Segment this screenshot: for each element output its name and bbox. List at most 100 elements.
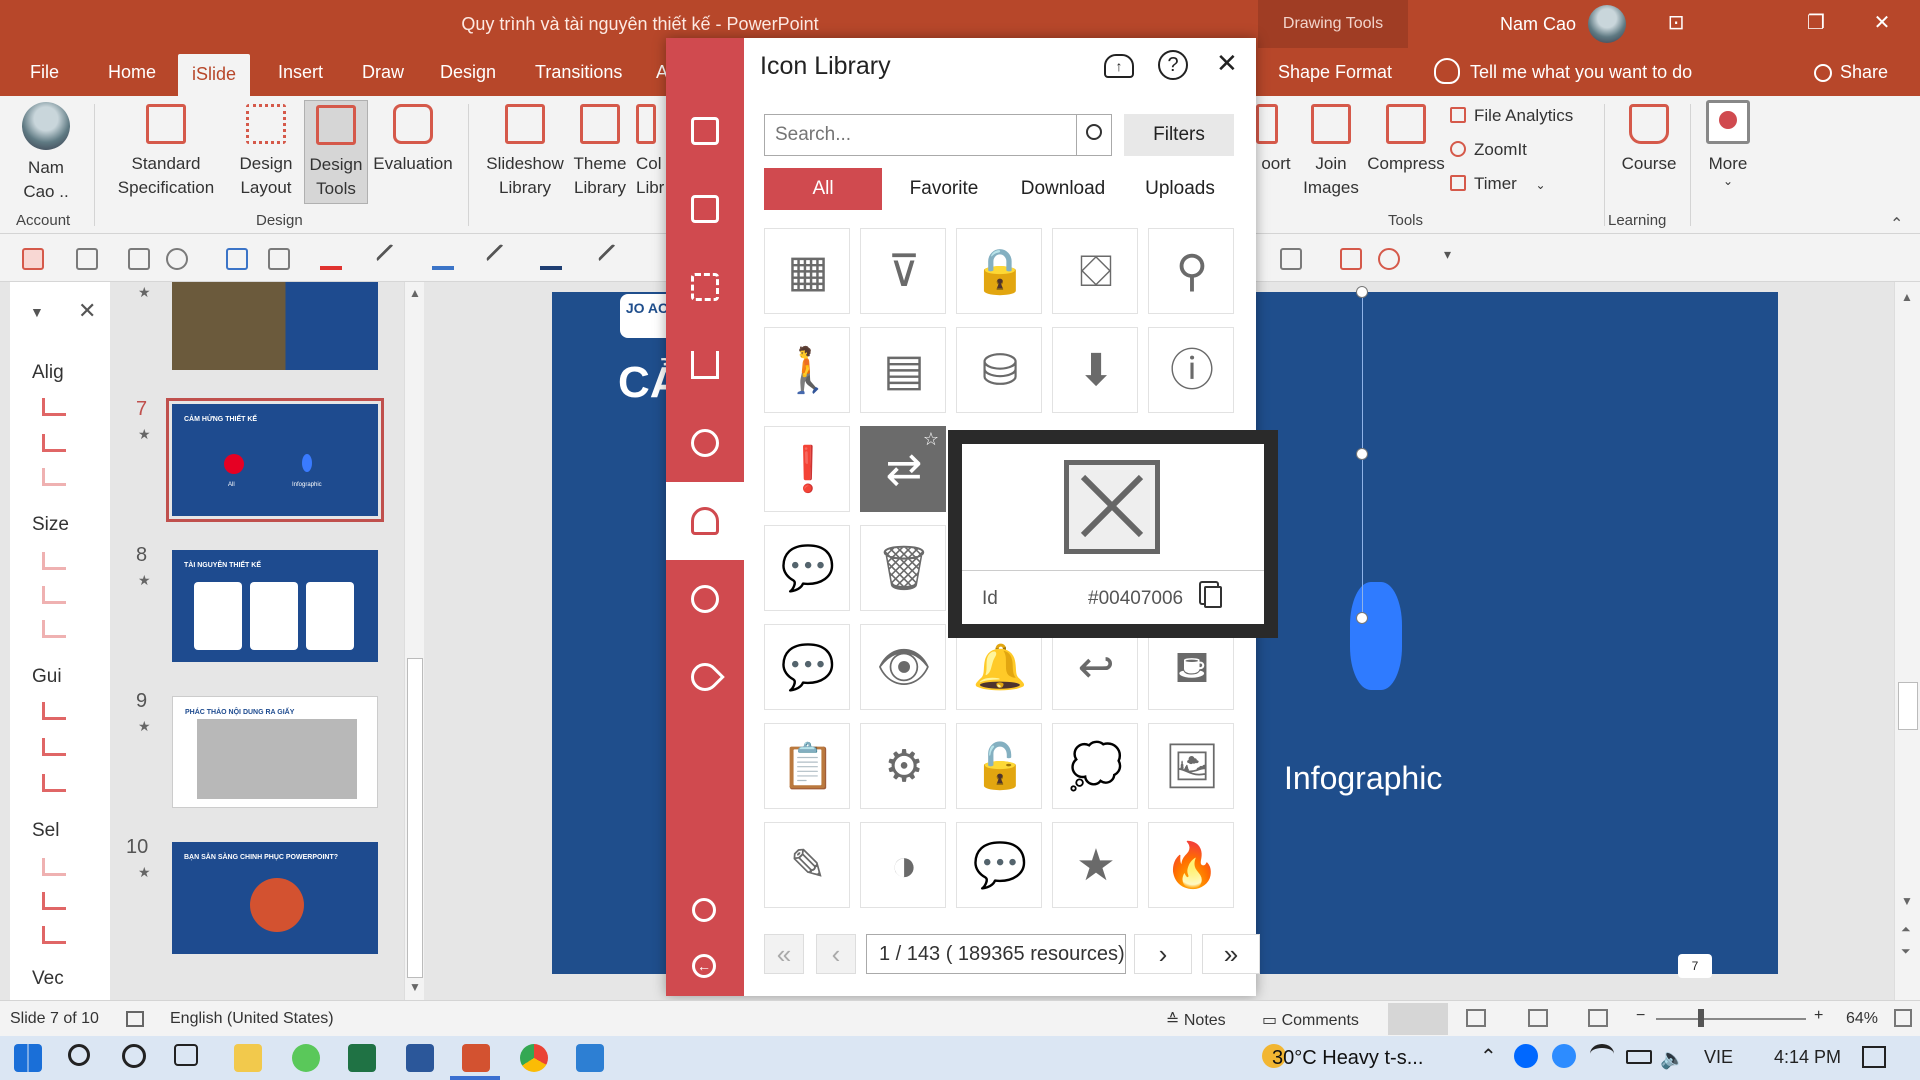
line-color-icon[interactable]	[540, 248, 562, 270]
icon-cell[interactable]: 💬	[764, 525, 850, 611]
battery-icon[interactable]	[1626, 1050, 1652, 1064]
filter-tab-all[interactable]: All	[764, 168, 882, 210]
tab-design[interactable]: Design	[440, 62, 496, 83]
tell-me-search[interactable]: Tell me what you want to do	[1470, 62, 1692, 83]
tab-islide[interactable]: iSlide	[178, 54, 251, 96]
language-status[interactable]: English (United States)	[170, 1010, 334, 1028]
icon-cell[interactable]: 🔥	[1148, 822, 1234, 908]
icon-search-input[interactable]	[764, 114, 1112, 156]
scroll-up-icon[interactable]: ▲	[1901, 290, 1913, 304]
icon-cell[interactable]: ⛁	[956, 327, 1042, 413]
icon-cell[interactable]: ◑	[860, 822, 946, 908]
filter-tab-favorite[interactable]: Favorite	[894, 168, 994, 210]
icon-cell[interactable]: 🚶	[764, 327, 850, 413]
standard-specification-button[interactable]: Standard Specification	[104, 104, 228, 200]
user-name[interactable]: Nam Cao	[1500, 14, 1576, 35]
tab-draw[interactable]: Draw	[362, 62, 404, 83]
windows-start-icon[interactable]	[14, 1044, 42, 1072]
icon-cell[interactable]: 🔒	[956, 228, 1042, 314]
search-icon[interactable]	[68, 1044, 90, 1066]
toolbar-crop-icon[interactable]	[268, 248, 290, 270]
slideshow-view-icon[interactable]	[1588, 1009, 1608, 1027]
wifi-icon[interactable]	[1590, 1044, 1614, 1064]
close-window-icon[interactable]: ✕	[1862, 8, 1902, 38]
icon-cell[interactable]: 🗑	[860, 525, 946, 611]
icon-cell[interactable]: ▦	[764, 228, 850, 314]
copy-icon[interactable]	[1204, 586, 1222, 608]
share-button[interactable]: Share	[1840, 62, 1888, 83]
icon-cell[interactable]: ★	[1052, 822, 1138, 908]
eyedropper-icon[interactable]	[375, 243, 407, 275]
zoom-app-icon[interactable]	[1552, 1044, 1576, 1068]
slide-thumbnail-9[interactable]: PHÁC THẢO NỘI DUNG RA GIẤY	[172, 696, 378, 808]
icon-cell[interactable]: 💬	[764, 624, 850, 710]
search-button[interactable]	[1076, 115, 1112, 155]
guide-spread-icon[interactable]	[42, 774, 66, 792]
color-library-button[interactable]: Col Libr	[636, 104, 666, 200]
tab-file[interactable]: File	[30, 62, 59, 83]
weather-text[interactable]: 30°C Heavy t-s...	[1272, 1047, 1423, 1070]
select-group-icon[interactable]	[42, 926, 66, 944]
first-page-button[interactable]: «	[764, 934, 804, 974]
notifications-icon[interactable]	[1862, 1046, 1886, 1068]
selection-handle[interactable]	[1356, 612, 1368, 624]
slide-thumbnail-10[interactable]: BẠN SẴN SÀNG CHINH PHỤC POWERPOINT?	[172, 842, 378, 954]
tab-shape-format[interactable]: Shape Format	[1278, 62, 1392, 83]
file-explorer-icon[interactable]	[234, 1044, 262, 1072]
filter-tab-download[interactable]: Download	[1008, 168, 1118, 210]
collapse-ribbon-icon[interactable]: ⌃	[1890, 214, 1903, 234]
volume-icon[interactable]: 🔈	[1660, 1046, 1685, 1071]
slide-thumbnail-6[interactable]	[172, 282, 378, 370]
toolbar-slide-icon[interactable]	[1340, 248, 1362, 270]
account-button[interactable]: Nam Cao ..	[20, 156, 72, 204]
comments-button[interactable]: ▭ Comments	[1262, 1010, 1359, 1030]
same-height-icon[interactable]	[42, 586, 66, 604]
design-layout-button[interactable]: Design Layout	[228, 104, 304, 200]
slide-sorter-icon[interactable]	[1466, 1009, 1486, 1027]
tray-chevron-icon[interactable]: ⌃	[1480, 1044, 1497, 1069]
filter-tab-uploads[interactable]: Uploads	[1130, 168, 1230, 210]
slide-thumbnail-8[interactable]: TÀI NGUYÊN THIẾT KẾ	[172, 550, 378, 662]
sidebar-templates[interactable]	[666, 170, 744, 248]
photos-icon[interactable]	[576, 1044, 604, 1072]
cloud-upload-icon[interactable]: ↑	[1104, 54, 1134, 78]
theme-library-button[interactable]: Theme Library	[568, 104, 632, 200]
toolbar-effects-icon[interactable]	[226, 248, 248, 270]
export-button[interactable]: oort	[1256, 104, 1296, 176]
sidebar-launch[interactable]	[666, 638, 744, 716]
scroll-thumb[interactable]	[1898, 682, 1918, 730]
powerpoint-icon[interactable]	[462, 1044, 490, 1072]
notes-button[interactable]: ≙ Notes	[1166, 1010, 1226, 1030]
scroll-down-icon[interactable]: ▼	[1901, 894, 1913, 908]
previous-slide-icon[interactable]: ⏶	[1901, 922, 1911, 937]
icon-cell[interactable]: ▤	[860, 327, 946, 413]
icon-cell[interactable]: ⚙	[860, 723, 946, 809]
guide-left-icon[interactable]	[42, 702, 66, 720]
tab-transitions[interactable]: Transitions	[535, 62, 622, 83]
sidebar-layouts[interactable]	[666, 248, 744, 326]
settings-gear-icon[interactable]	[692, 898, 716, 922]
icon-cell[interactable]: 💭	[1052, 723, 1138, 809]
zoom-in-icon[interactable]: +	[1814, 1007, 1823, 1025]
normal-view-button[interactable]	[1388, 1003, 1448, 1035]
eyedropper-icon-2[interactable]	[485, 243, 517, 275]
zalo-icon[interactable]	[1514, 1044, 1538, 1068]
design-tools-button[interactable]: Design Tools	[304, 100, 368, 204]
clock[interactable]: 4:14 PM	[1774, 1047, 1841, 1068]
icon-cell[interactable]: 🖼	[1148, 723, 1234, 809]
scroll-thumb[interactable]	[407, 658, 423, 978]
icon-cell[interactable]: ⇄ ☆	[860, 426, 946, 512]
sidebar-pictures[interactable]	[666, 560, 744, 638]
back-arrow-icon[interactable]: ←	[692, 954, 716, 978]
toolbar-shape-icon[interactable]	[76, 248, 98, 270]
excel-icon[interactable]	[348, 1044, 376, 1072]
icon-cell[interactable]: ✎	[764, 822, 850, 908]
user-avatar[interactable]	[1588, 5, 1626, 43]
zoomit-button[interactable]: ZoomIt	[1450, 140, 1527, 160]
zoom-slider-thumb[interactable]	[1698, 1009, 1704, 1027]
icon-cell[interactable]: 💬	[956, 822, 1042, 908]
scroll-up-icon[interactable]: ▲	[409, 286, 421, 300]
guide-up-icon[interactable]	[42, 738, 66, 756]
toolbar-lasso-icon[interactable]	[166, 248, 188, 270]
zoom-slider[interactable]	[1656, 1018, 1806, 1020]
